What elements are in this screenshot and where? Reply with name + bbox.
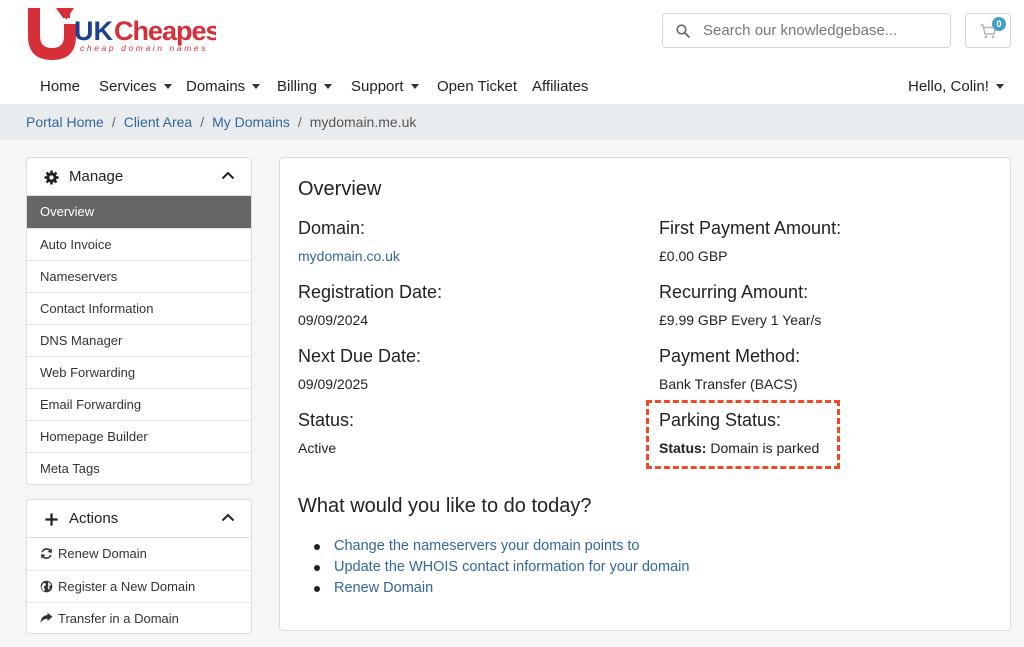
menu-nameservers[interactable]: Nameservers xyxy=(27,260,251,292)
parking-status-value: Status: Domain is parked xyxy=(659,440,819,456)
share-arrow-icon xyxy=(40,612,53,624)
breadcrumb-my-domains[interactable]: My Domains xyxy=(212,114,290,130)
breadcrumb-separator: / xyxy=(111,114,116,130)
menu-web-forwarding[interactable]: Web Forwarding xyxy=(27,356,251,388)
action-transfer-domain[interactable]: Transfer in a Domain xyxy=(27,602,251,633)
breadcrumb-current: mydomain.me.uk xyxy=(309,114,417,130)
payment-method-label: Payment Method: xyxy=(659,346,801,366)
todo-change-nameservers-link[interactable]: Change the nameservers your domain point… xyxy=(314,536,689,557)
nav-services[interactable]: Services xyxy=(99,78,172,95)
overview-heading: Overview xyxy=(298,178,382,200)
recurring-amount-value: £9.99 GBP Every 1 Year/s xyxy=(659,312,822,328)
caret-down-icon xyxy=(163,83,172,89)
status-label: Status: xyxy=(298,410,355,430)
breadcrumb-separator: / xyxy=(297,114,302,130)
site-header: UK Cheapest cheap domain names 0 Home Se… xyxy=(0,0,1024,104)
nav-support[interactable]: Support xyxy=(351,78,419,95)
svg-text:cheap domain names: cheap domain names xyxy=(80,43,208,53)
breadcrumb-client-area[interactable]: Client Area xyxy=(124,114,192,130)
search-input[interactable] xyxy=(703,22,938,39)
breadcrumb-separator: / xyxy=(200,114,205,130)
parking-status-key: Status: xyxy=(659,440,707,456)
cart-button[interactable]: 0 xyxy=(965,13,1011,48)
todo-update-whois-link[interactable]: Update the WHOIS contact information for… xyxy=(314,557,689,578)
manage-panel-title: Manage xyxy=(69,168,124,185)
menu-contact-information[interactable]: Contact Information xyxy=(27,292,251,324)
next-due-date-label: Next Due Date: xyxy=(298,346,422,366)
domain-overview-card: Overview Domain: mydomain.co.uk Registra… xyxy=(279,157,1011,631)
caret-down-icon xyxy=(252,83,261,89)
search-icon xyxy=(663,14,703,47)
manage-menu: Overview Auto Invoice Nameservers Contac… xyxy=(27,196,251,484)
breadcrumb: Portal Home / Client Area / My Domains / mydom… xyxy=(0,104,1024,140)
actions-panel-header[interactable]: Actions xyxy=(27,500,251,538)
action-renew-domain[interactable]: Renew Domain xyxy=(27,538,251,570)
manage-panel-header[interactable]: Manage xyxy=(27,158,251,196)
status-value: Active xyxy=(298,440,337,456)
nav-open-ticket[interactable]: Open Ticket xyxy=(437,78,517,95)
domain-label: Domain: xyxy=(298,218,366,238)
next-due-date-value: 09/09/2025 xyxy=(298,376,369,392)
registration-date-value: 09/09/2024 xyxy=(298,312,369,328)
plus-icon xyxy=(45,513,58,526)
caret-down-icon xyxy=(995,83,1004,89)
nav-domains[interactable]: Domains xyxy=(186,78,261,95)
nav-affiliates[interactable]: Affiliates xyxy=(532,78,588,95)
payment-method-value: Bank Transfer (BACS) xyxy=(659,376,798,392)
breadcrumb-portal-home[interactable]: Portal Home xyxy=(26,114,104,130)
chevron-up-icon[interactable] xyxy=(221,170,235,180)
menu-overview[interactable]: Overview xyxy=(27,196,251,228)
cart-count-badge: 0 xyxy=(992,17,1006,31)
svg-text:Cheapest: Cheapest xyxy=(114,16,216,46)
caret-down-icon xyxy=(324,83,333,89)
main-nav: Home Services Domains Billing Support Op… xyxy=(0,70,1024,104)
menu-meta-tags[interactable]: Meta Tags xyxy=(27,452,251,484)
todo-links: Change the nameservers your domain point… xyxy=(314,536,689,599)
ukcheapest-logo[interactable]: UK Cheapest cheap domain names xyxy=(26,6,216,60)
todo-heading: What would you like to do today? xyxy=(298,495,592,517)
gear-icon xyxy=(44,170,59,185)
chevron-up-icon[interactable] xyxy=(221,512,235,522)
knowledgebase-search[interactable] xyxy=(662,13,951,48)
first-payment-label: First Payment Amount: xyxy=(659,218,842,238)
recurring-amount-label: Recurring Amount: xyxy=(659,282,809,302)
globe-icon xyxy=(40,580,53,593)
manage-panel: Manage Overview Auto Invoice Nameservers… xyxy=(26,157,252,485)
actions-panel: Actions Renew Domain Register a New Doma… xyxy=(26,499,252,634)
svg-text:UK: UK xyxy=(74,16,113,46)
registration-date-label: Registration Date: xyxy=(298,282,443,302)
todo-renew-domain-link[interactable]: Renew Domain xyxy=(314,578,689,599)
domain-link[interactable]: mydomain.co.uk xyxy=(298,248,400,264)
nav-home[interactable]: Home xyxy=(40,78,80,95)
menu-dns-manager[interactable]: DNS Manager xyxy=(27,324,251,356)
nav-billing[interactable]: Billing xyxy=(277,78,333,95)
action-register-domain[interactable]: Register a New Domain xyxy=(27,570,251,602)
actions-menu: Renew Domain Register a New Domain Trans… xyxy=(27,538,251,633)
caret-down-icon xyxy=(410,83,419,89)
menu-auto-invoice[interactable]: Auto Invoice xyxy=(27,228,251,260)
menu-email-forwarding[interactable]: Email Forwarding xyxy=(27,388,251,420)
parking-status-label: Parking Status: xyxy=(659,410,782,430)
parking-status-text: Domain is parked xyxy=(710,440,820,456)
refresh-icon xyxy=(41,548,52,559)
menu-homepage-builder[interactable]: Homepage Builder xyxy=(27,420,251,452)
user-menu[interactable]: Hello, Colin! xyxy=(908,78,1004,95)
first-payment-value: £0.00 GBP xyxy=(659,248,728,264)
actions-panel-title: Actions xyxy=(69,510,119,527)
